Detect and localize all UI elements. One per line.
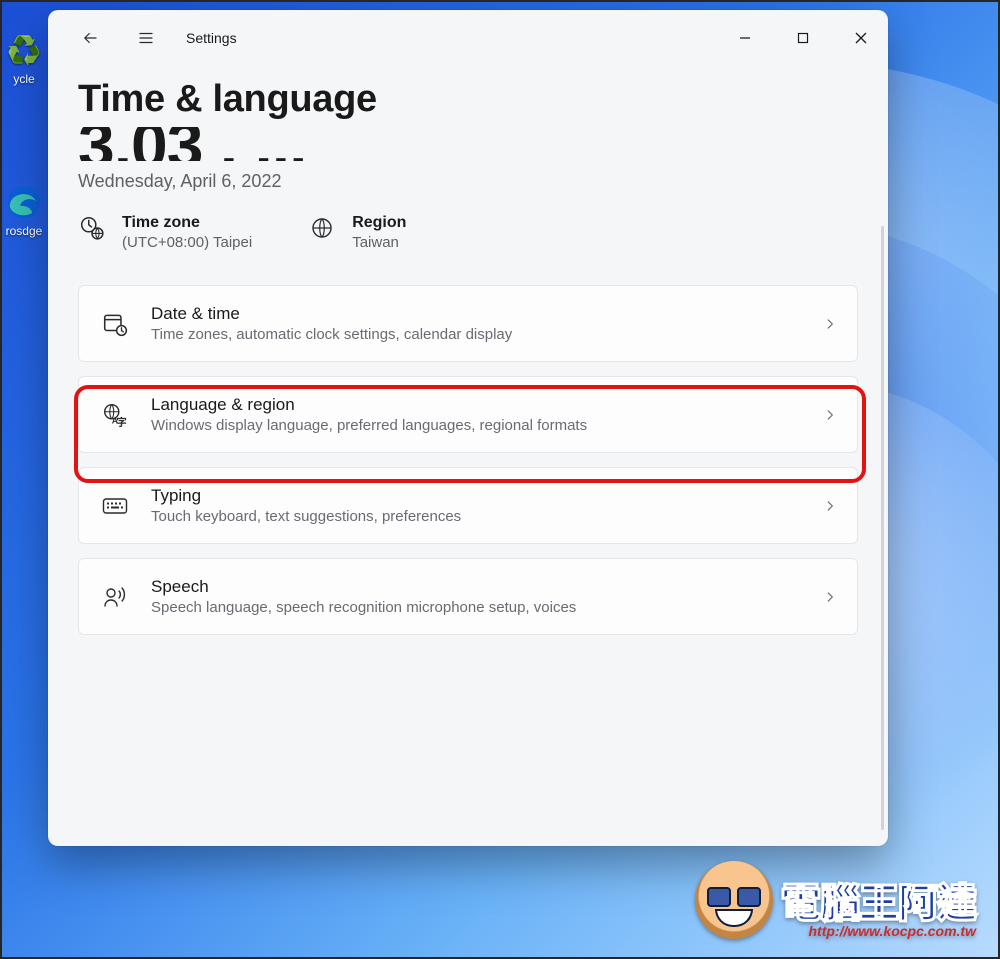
row-title: Language & region xyxy=(151,395,801,415)
keyboard-icon xyxy=(101,492,129,520)
row-desc: Touch keyboard, text suggestions, prefer… xyxy=(151,508,801,525)
desktop: ♻️ ycle rosdge Settings xyxy=(2,2,998,957)
page-title: Time & language xyxy=(78,78,858,121)
scrollbar[interactable] xyxy=(881,226,884,830)
row-date-time[interactable]: Date & time Time zones, automatic clock … xyxy=(78,285,858,362)
chevron-right-icon xyxy=(823,499,837,513)
back-button[interactable] xyxy=(68,16,112,60)
globe-icon xyxy=(308,214,336,242)
close-icon xyxy=(855,32,867,44)
row-desc: Time zones, automatic clock settings, ca… xyxy=(151,326,801,343)
row-title: Date & time xyxy=(151,304,801,324)
minimize-button[interactable] xyxy=(722,21,768,55)
speech-icon xyxy=(101,583,129,611)
desktop-icon-label: ycle xyxy=(2,72,46,86)
row-speech[interactable]: Speech Speech language, speech recogniti… xyxy=(78,558,858,635)
watermark-text: 電腦王阿達 xyxy=(781,871,976,929)
chevron-right-icon xyxy=(823,408,837,422)
watermark: 電腦王阿達 http://www.kocpc.com.tw xyxy=(695,861,976,939)
current-date: Wednesday, April 6, 2022 xyxy=(78,171,858,192)
desktop-icon-label: rosdge xyxy=(2,224,46,238)
row-desc: Speech language, speech recognition micr… xyxy=(151,599,801,616)
svg-text:A: A xyxy=(112,415,119,425)
timezone-label: Time zone xyxy=(122,214,252,232)
region-card[interactable]: Region Taiwan xyxy=(308,214,406,251)
row-title: Speech xyxy=(151,577,801,597)
hamburger-icon xyxy=(137,29,155,47)
watermark-avatar-icon xyxy=(695,861,773,939)
timezone-card[interactable]: Time zone (UTC+08:00) Taipei xyxy=(78,214,252,251)
arrow-left-icon xyxy=(81,29,99,47)
row-desc: Windows display language, preferred lang… xyxy=(151,417,801,434)
edge-icon xyxy=(4,182,44,222)
language-globe-icon: 字A xyxy=(101,401,129,429)
row-typing[interactable]: Typing Touch keyboard, text suggestions,… xyxy=(78,467,858,544)
page-content: Time & language 3.03 . ... Wednesday, Ap… xyxy=(48,66,888,846)
clock-globe-icon xyxy=(78,214,106,242)
minimize-icon xyxy=(739,32,751,44)
nav-menu-button[interactable] xyxy=(124,16,168,60)
current-time: 3.03 . ... xyxy=(78,127,858,161)
calendar-clock-icon xyxy=(101,310,129,338)
watermark-url: http://www.kocpc.com.tw xyxy=(781,923,976,939)
timezone-value: (UTC+08:00) Taipei xyxy=(122,234,252,251)
titlebar: Settings xyxy=(48,10,888,66)
maximize-button[interactable] xyxy=(780,21,826,55)
row-title: Typing xyxy=(151,486,801,506)
chevron-right-icon xyxy=(823,317,837,331)
desktop-icon-recycle-bin[interactable]: ♻️ ycle xyxy=(2,30,46,86)
close-button[interactable] xyxy=(838,21,884,55)
app-title: Settings xyxy=(186,30,237,46)
maximize-icon xyxy=(797,32,809,44)
region-label: Region xyxy=(352,214,406,232)
settings-window: Settings Time & language 3.03 . ... Wedn… xyxy=(48,10,888,846)
chevron-right-icon xyxy=(823,590,837,604)
row-language-region[interactable]: 字A Language & region Windows display lan… xyxy=(78,376,858,453)
region-value: Taiwan xyxy=(352,234,406,251)
desktop-icon-edge[interactable]: rosdge xyxy=(2,182,46,238)
recycle-bin-icon: ♻️ xyxy=(4,30,44,70)
